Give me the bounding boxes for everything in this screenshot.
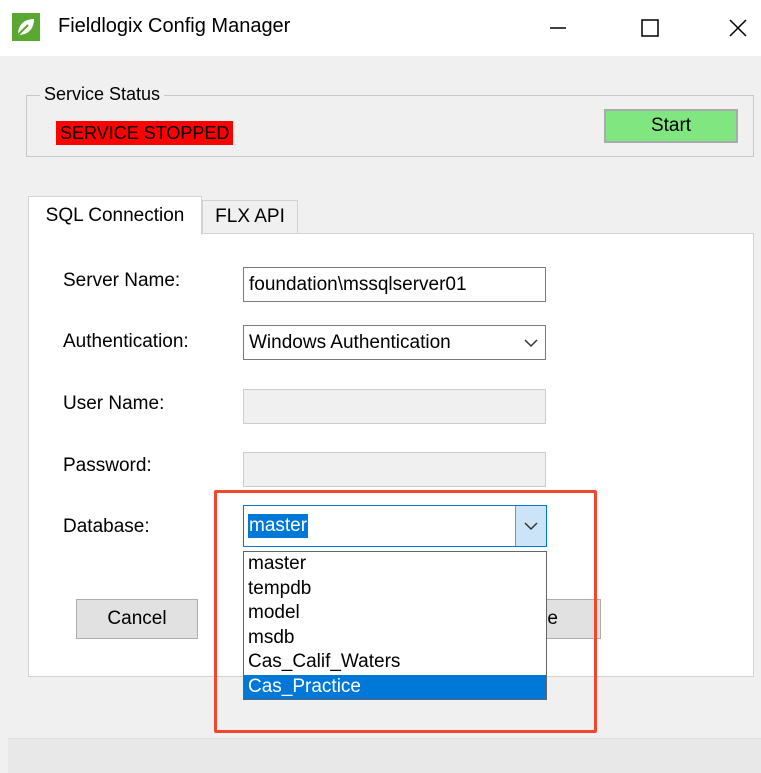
- cancel-button[interactable]: Cancel: [76, 599, 198, 639]
- minimize-icon: [550, 27, 566, 29]
- database-option[interactable]: model: [244, 601, 546, 626]
- status-badge: SERVICE STOPPED: [56, 121, 234, 145]
- tab-flx-api[interactable]: FLX API: [202, 200, 298, 233]
- chevron-down-icon[interactable]: [521, 326, 541, 359]
- database-dropdown-list: master tempdb model msdb Cas_Calif_Water…: [243, 551, 547, 700]
- database-option[interactable]: msdb: [244, 626, 546, 651]
- user-name-input[interactable]: [243, 389, 546, 424]
- authentication-value: Windows Authentication: [249, 332, 451, 353]
- database-option[interactable]: Cas_Calif_Waters: [244, 650, 546, 675]
- user-name-label: User Name:: [63, 393, 165, 414]
- maximize-icon: [641, 19, 659, 37]
- close-button[interactable]: [708, 0, 761, 56]
- authentication-label: Authentication:: [63, 331, 189, 352]
- window-title: Fieldlogix Config Manager: [58, 15, 291, 37]
- status-bar: [8, 738, 761, 773]
- authentication-select[interactable]: Windows Authentication: [243, 325, 546, 360]
- title-bar: Fieldlogix Config Manager: [0, 0, 761, 56]
- server-name-label: Server Name:: [63, 270, 181, 291]
- minimize-button[interactable]: [528, 0, 588, 56]
- database-value: master: [248, 514, 309, 538]
- service-status-legend: Service Status: [40, 84, 165, 105]
- database-label: Database:: [63, 516, 150, 537]
- database-option[interactable]: tempdb: [244, 577, 546, 602]
- tab-sql-connection[interactable]: SQL Connection: [28, 196, 202, 235]
- start-button[interactable]: Start: [604, 109, 738, 143]
- database-select[interactable]: master: [243, 505, 547, 547]
- chevron-down-icon[interactable]: [515, 506, 546, 546]
- database-option[interactable]: master: [244, 552, 546, 577]
- leaf-icon: [12, 13, 40, 41]
- database-option-highlighted[interactable]: Cas_Practice: [244, 674, 546, 699]
- password-label: Password:: [63, 455, 152, 476]
- password-input[interactable]: [243, 452, 546, 487]
- maximize-button[interactable]: [620, 0, 680, 56]
- server-name-input[interactable]: foundation\mssqlserver01: [243, 267, 546, 302]
- close-icon: [729, 19, 747, 37]
